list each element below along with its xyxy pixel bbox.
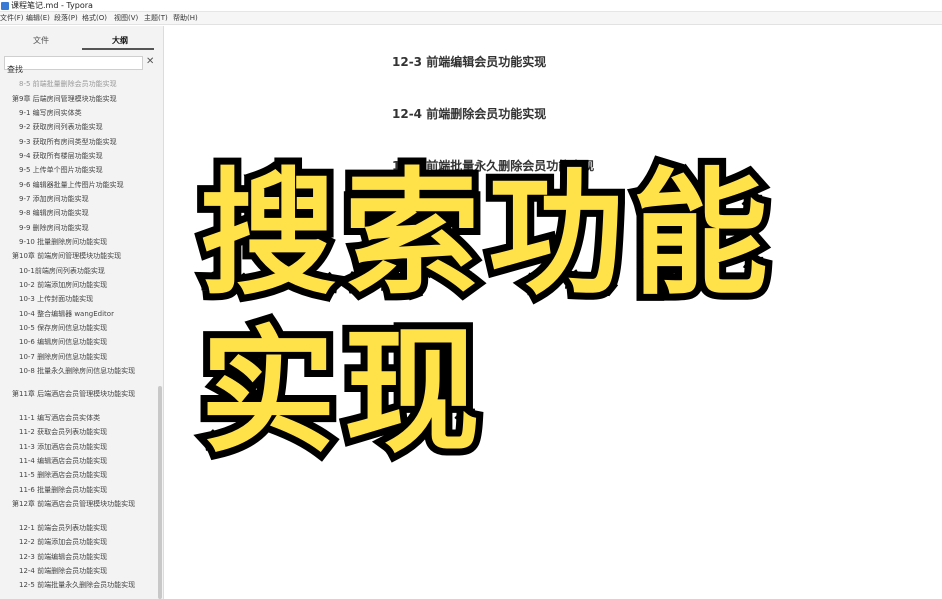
close-icon[interactable]: ✕: [146, 56, 154, 68]
outline-list: 8-5 前端批量删除会员功能实现 第9章 后端房间管理模块功能实现 9-1 编写…: [0, 78, 158, 599]
menu-paragraph[interactable]: 段落(P): [54, 14, 78, 23]
doc-heading: 12-4 前端删除会员功能实现: [392, 107, 547, 121]
outline-item[interactable]: 8-5 前端批量删除会员功能实现: [19, 80, 117, 89]
outline-item[interactable]: 11-4 编辑酒店会员功能实现: [19, 457, 107, 466]
outline-chapter[interactable]: 第9章 后端房间管理模块功能实现: [12, 95, 117, 104]
outline-item[interactable]: 12-3 前端编辑会员功能实现: [19, 553, 107, 562]
outline-item[interactable]: 10-3 上传封面功能实现: [19, 295, 93, 304]
outline-item[interactable]: 11-6 批量删除会员功能实现: [19, 486, 107, 495]
title-bar: 课程笔记.md - Typora: [0, 0, 942, 12]
menu-view[interactable]: 视图(V): [114, 14, 138, 23]
outline-item[interactable]: 12-2 前端添加会员功能实现: [19, 538, 107, 547]
outline-chapter[interactable]: 第12章 前端酒店会员管理模块功能实现: [12, 500, 146, 509]
outline-item[interactable]: 9-8 编辑房间功能实现: [19, 209, 89, 218]
outline-item[interactable]: 9-1 编写房间实体类: [19, 109, 82, 118]
outline-item[interactable]: 9-10 批量删除房间功能实现: [19, 238, 107, 247]
outline-item[interactable]: 10-4 整合编辑器 wangEditor: [19, 310, 114, 319]
outline-item[interactable]: 9-7 添加房间功能实现: [19, 195, 89, 204]
outline-item[interactable]: 10-2 前端添加房间功能实现: [19, 281, 107, 290]
outline-item[interactable]: 9-6 编辑器批量上传图片功能实现: [19, 181, 124, 190]
outline-item[interactable]: 11-3 添加酒店会员功能实现: [19, 443, 107, 452]
tab-files[interactable]: 文件: [33, 36, 49, 46]
outline-item[interactable]: 12-4 前端删除会员功能实现: [19, 567, 107, 576]
outline-item[interactable]: 9-9 删除房间功能实现: [19, 224, 89, 233]
outline-item[interactable]: 11-5 删除酒店会员功能实现: [19, 471, 107, 480]
outline-item[interactable]: 10-6 编辑房间信息功能实现: [19, 338, 107, 347]
outline-search-input[interactable]: [5, 63, 142, 76]
caption-title-line2: 实现: [193, 311, 488, 475]
outline-item[interactable]: 10-5 保存房间信息功能实现: [19, 324, 107, 333]
sidebar: 文件 大纲 ✕ 8-5 前端批量删除会员功能实现 第9章 后端房间管理模块功能实…: [0, 26, 164, 599]
tab-outline[interactable]: 大纲: [112, 36, 128, 46]
outline-item[interactable]: 10-8 批量永久删除房间信息功能实现: [19, 367, 153, 376]
outline-chapter[interactable]: 第11章 后端酒店会员管理模块功能实现: [12, 390, 146, 399]
outline-item[interactable]: 11-2 获取会员列表功能实现: [19, 428, 107, 437]
menu-file[interactable]: 文件(F): [0, 14, 24, 23]
outline-item[interactable]: 9-3 获取所有房间类型功能实现: [19, 138, 117, 147]
outline-item[interactable]: 9-5 上传单个图片功能实现: [19, 166, 103, 175]
outline-item[interactable]: 9-4 获取所有楼层功能实现: [19, 152, 103, 161]
outline-item[interactable]: 10-1前端房间列表功能实现: [19, 267, 105, 276]
outline-item[interactable]: 12-5 前端批量永久删除会员功能实现: [19, 581, 153, 590]
menu-format[interactable]: 格式(O): [82, 14, 107, 23]
outline-item[interactable]: 9-2 获取房间列表功能实现: [19, 123, 103, 132]
menu-help[interactable]: 帮助(H): [173, 14, 198, 23]
sidebar-scrollbar[interactable]: [158, 386, 162, 599]
menu-edit[interactable]: 编辑(E): [26, 14, 50, 23]
outline-item[interactable]: 11-1 编写酒店会员实体类: [19, 414, 100, 423]
active-tab-indicator: [82, 48, 154, 50]
outline-item[interactable]: 12-1 前端会员列表功能实现: [19, 524, 107, 533]
menu-theme[interactable]: 主题(T): [144, 14, 168, 23]
caption-title-line1: 搜索功能: [193, 153, 776, 317]
outline-chapter[interactable]: 第10章 前端房间管理模块功能实现: [12, 252, 121, 261]
menu-bar: 文件(F) 编辑(E) 段落(P) 格式(O) 视图(V) 主题(T) 帮助(H…: [0, 12, 942, 25]
outline-search-box[interactable]: [4, 56, 143, 76]
window-title: 课程笔记.md - Typora: [11, 1, 93, 10]
doc-heading: 12-3 前端编辑会员功能实现: [392, 55, 547, 69]
outline-item[interactable]: 10-7 删除房间信息功能实现: [19, 353, 107, 362]
typora-app-icon: [1, 2, 9, 10]
